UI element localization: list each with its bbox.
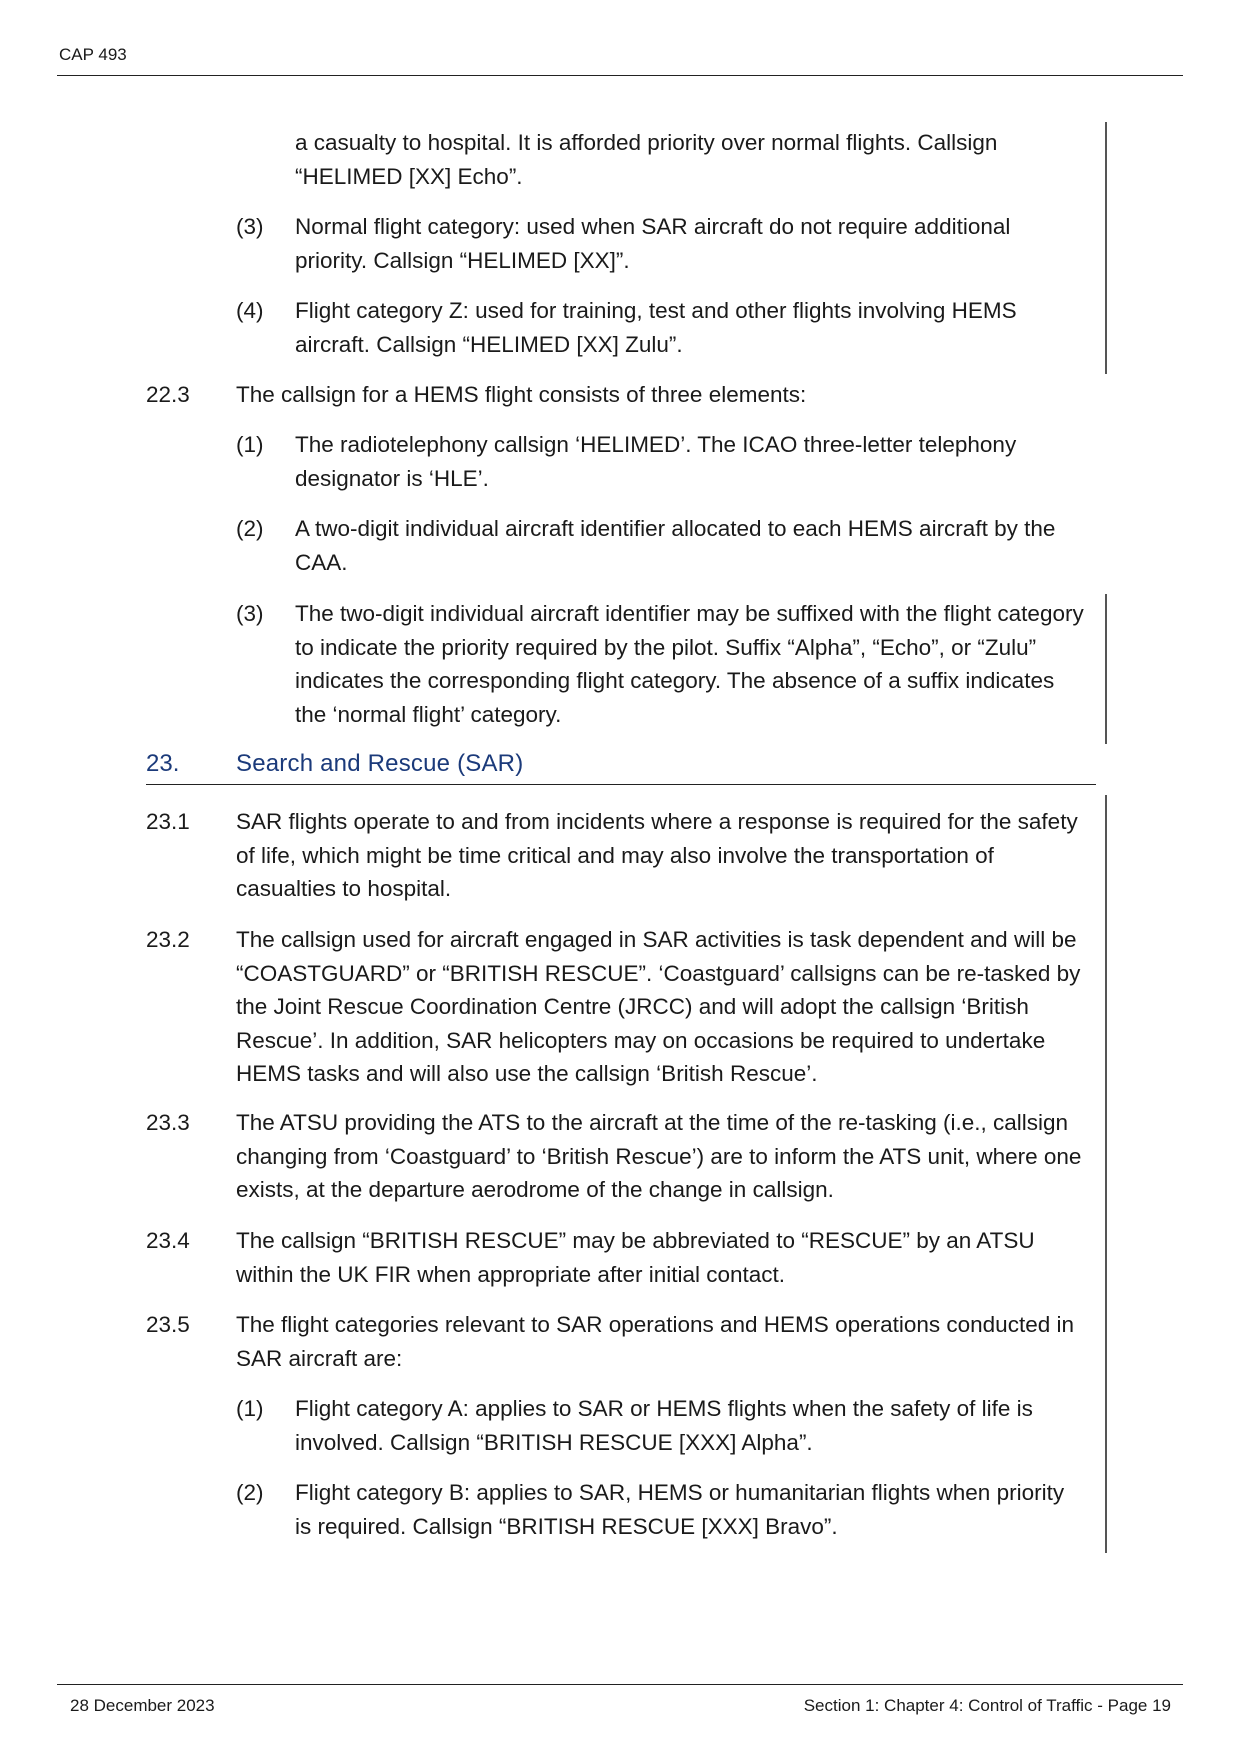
footer-rule [57,1684,1183,1685]
section-heading-rule [146,784,1096,785]
change-bar-3 [1105,795,1107,1553]
list-item-number: (3) [236,601,264,626]
paragraph-text: The flight categories relevant to SAR op… [236,1312,1074,1371]
list-item-text: Flight category Z: used for training, te… [295,298,1017,357]
change-bar-1 [1105,122,1107,374]
list-item-text: A two-digit individual aircraft identifi… [295,516,1056,575]
paragraph-number: 23.1 [146,809,190,834]
continued-item-text: a casualty to hospital. It is afforded p… [295,130,998,189]
list-item-text: Normal flight category: used when SAR ai… [295,214,1011,273]
list-item-text: The radiotelephony callsign ‘HELIMED’. T… [295,432,1017,491]
list-item-number: (2) [236,516,264,541]
paragraph-text: The callsign used for aircraft engaged i… [236,927,1081,1086]
paragraph-text: SAR flights operate to and from incident… [236,809,1078,901]
header-rule [57,75,1183,76]
paragraph-number: 23.4 [146,1228,190,1253]
document-id: CAP 493 [59,45,127,64]
footer-page-reference: Section 1: Chapter 4: Control of Traffic… [803,1696,1171,1715]
change-bar-2 [1105,594,1107,744]
footer-date: 28 December 2023 [70,1696,215,1715]
list-item-text: Flight category B: applies to SAR, HEMS … [295,1480,1065,1539]
paragraph-text: The callsign for a HEMS flight consists … [236,382,807,407]
section-number: 23. [146,750,180,777]
list-item-number: (4) [236,298,264,323]
paragraph-text: The ATSU providing the ATS to the aircra… [236,1110,1082,1202]
list-item-text: The two-digit individual aircraft identi… [295,601,1084,727]
list-item-text: Flight category A: applies to SAR or HEM… [295,1396,1033,1455]
paragraph-number: 23.5 [146,1312,190,1337]
list-item-number: (1) [236,432,264,457]
list-item-number: (3) [236,214,264,239]
section-title: Search and Rescue (SAR) [236,750,524,777]
paragraph-text: The callsign “BRITISH RESCUE” may be abb… [236,1228,1035,1287]
paragraph-number: 23.3 [146,1110,190,1135]
list-item-number: (2) [236,1480,264,1505]
paragraph-number: 22.3 [146,382,190,407]
paragraph-number: 23.2 [146,927,190,952]
list-item-number: (1) [236,1396,264,1421]
